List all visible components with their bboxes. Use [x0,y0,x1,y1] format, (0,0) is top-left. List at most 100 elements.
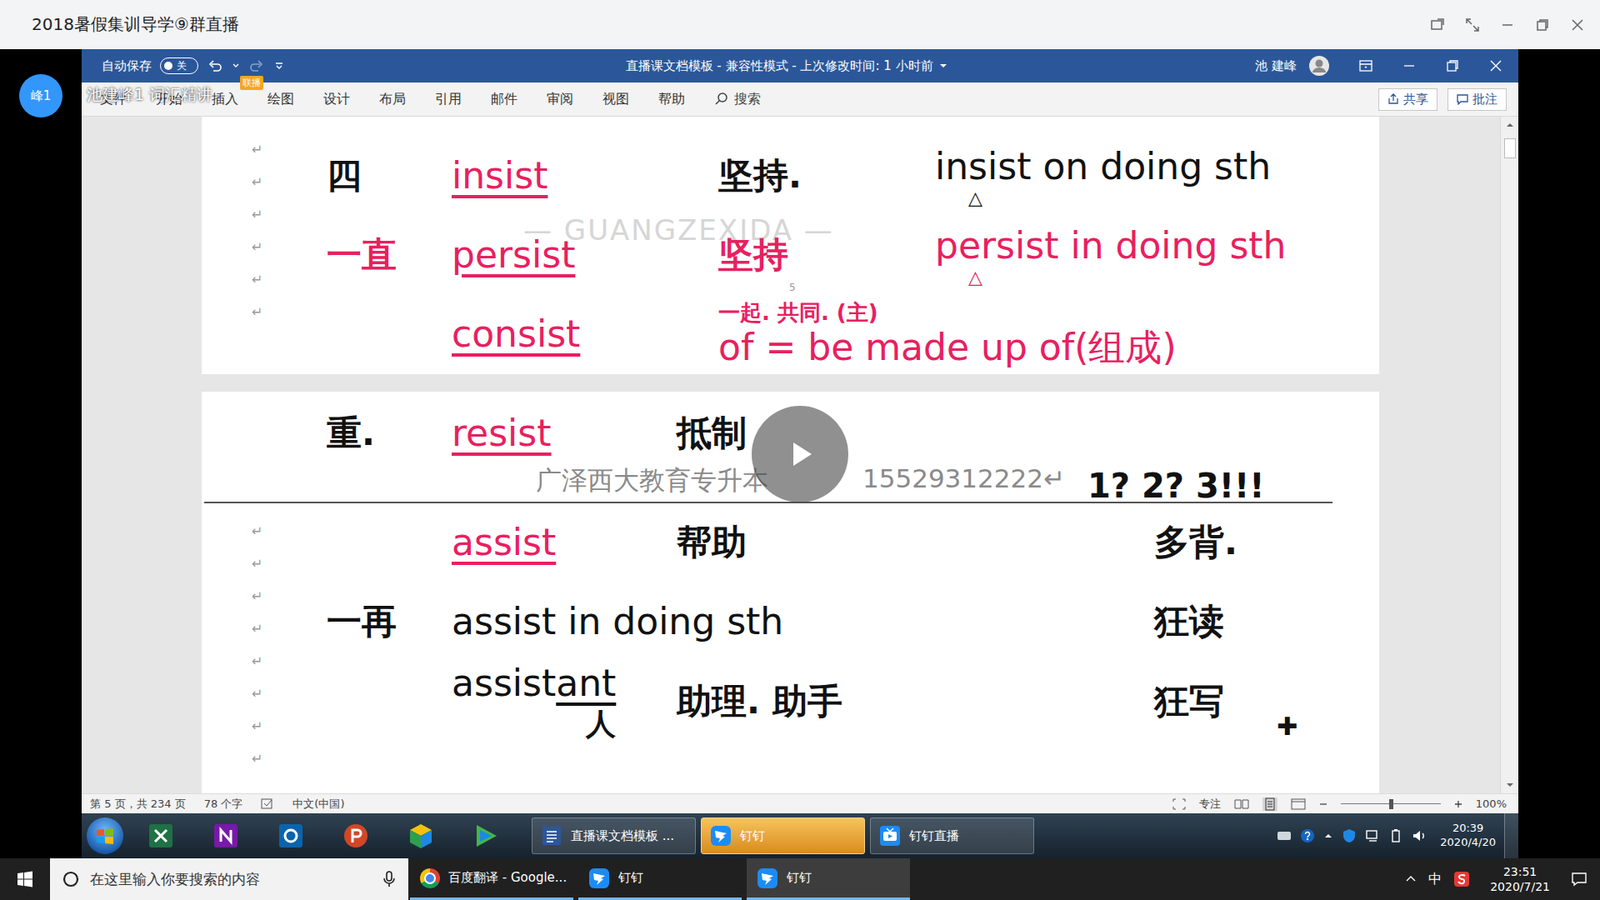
zoom-in-button[interactable] [1454,800,1463,809]
scroll-thumb[interactable] [1504,138,1516,159]
word-count[interactable]: 78 个字 [204,796,244,812]
customize-icon[interactable] [273,60,285,72]
presenter-avatar[interactable]: 峰1 [19,74,63,118]
exclaim-note: 1? 2? 3!!! [1087,466,1380,505]
screen: 2018暑假集训导学⑨群直播峰1自动保存关直播课文档模板 - 兼容性模式 - 上… [0,0,1600,900]
tray-expand-icon[interactable] [1405,873,1417,885]
ribbon-tab[interactable]: 邮件 [475,90,532,109]
network-icon[interactable] [1365,828,1380,844]
paragraph-mark: ↵ [201,580,327,613]
undo-dropdown-icon[interactable] [231,61,240,70]
play-button[interactable] [751,405,849,503]
focus-icon[interactable] [1172,798,1186,810]
page-number: 5 [789,281,796,294]
close-icon[interactable] [1570,17,1585,33]
outlook-icon[interactable] [258,821,324,850]
search-box[interactable]: 搜索 [714,90,761,109]
taskbar-window[interactable]: 直播课文档模板 ... [531,817,696,855]
paragraph-mark: ↵ [201,742,327,775]
tray-expand-icon[interactable] [1323,830,1334,841]
ribbon-tab[interactable]: 设计 [308,90,365,109]
window-label: 钉钉直播 [909,828,960,845]
suffix-text: ant [555,661,616,706]
proofing-icon[interactable] [260,798,275,810]
word-minimize-icon[interactable] [1401,58,1417,74]
help-icon[interactable] [1300,828,1315,844]
zoom-out-button[interactable] [1319,800,1328,809]
volume-icon[interactable] [1411,828,1427,844]
ribbon-tab[interactable]: 引用 [420,90,476,109]
print-layout-icon[interactable] [1262,797,1278,811]
scroll-down-icon[interactable] [1505,780,1515,790]
scroll-up-icon[interactable] [1505,120,1515,130]
clock[interactable]: 23:512020/7/21 [1490,864,1550,895]
fullscreen-icon[interactable] [1465,17,1480,33]
shield-icon[interactable] [1341,828,1357,844]
media-player-icon[interactable] [453,821,519,850]
live-icon [879,825,901,847]
excel-icon[interactable] [128,821,194,850]
document-title-text: 直播课文档模板 - 兼容性模式 - 上次修改时间: 1 小时前 [625,58,934,75]
title-caret-icon[interactable] [938,60,949,71]
taskbar-windows: 百度翻译 - Google... 钉钉 钉钉 [410,858,910,900]
undo-icon[interactable] [206,57,224,75]
autosave-toggle[interactable]: 关 [160,57,199,75]
note-row: 重.resist抵制 [326,400,1380,467]
language[interactable]: 中文(中国) [292,796,345,812]
read-mode-icon[interactable] [1234,798,1250,810]
box-app-icon[interactable] [388,821,454,850]
powerpoint-icon[interactable] [323,821,389,850]
page-count[interactable]: 第 5 页，共 234 页 [90,796,186,812]
zoom-thumb[interactable] [1389,799,1394,810]
redo-icon[interactable] [248,57,265,75]
zoom-slider[interactable] [1340,798,1441,810]
sogou-icon[interactable] [1453,870,1470,888]
user-name[interactable]: 池 建峰 [1255,58,1297,75]
user-avatar-icon[interactable] [1308,55,1330,77]
vertical-scrollbar[interactable] [1500,116,1519,794]
input-method[interactable]: 中 [1428,870,1442,889]
web-layout-icon[interactable] [1290,798,1306,810]
clock[interactable]: 20:392020/4/20 [1440,821,1496,850]
notification-icon[interactable] [1570,870,1589,889]
taskbar-window[interactable]: 钉钉 [700,817,865,855]
start-orb-icon[interactable] [86,817,124,855]
taskbar-window[interactable]: 钉钉直播 [870,817,1035,855]
focus-label[interactable]: 专注 [1199,796,1221,812]
note-meaning: 助理. 助手 [676,680,1088,723]
window-label: 钉钉 [618,870,644,886]
note-body: ↵↵↵↵↵↵↵↵assist帮助多背.一再assist in doing sth… [201,503,1380,775]
keyboard-icon[interactable] [1276,829,1292,843]
note-phrase: insist on doing sth [935,145,1380,190]
taskbar-window[interactable]: 钉钉 [578,858,742,900]
minimize-icon[interactable] [1500,17,1515,33]
zoom-level[interactable]: 100% [1475,797,1507,810]
share-button[interactable]: 共享 [1378,88,1438,111]
shared-taskbar: 直播课文档模板 ...钉钉 钉钉直播 20:392020/4/20 [81,813,1519,859]
stress-mark: △ [935,268,1380,287]
onenote-icon[interactable] [193,821,259,850]
restore-icon[interactable] [1535,17,1550,33]
search-label: 搜索 [734,90,761,109]
show-desktop-button[interactable] [1504,813,1519,859]
word-suffix: ant人 [555,661,616,742]
onenote-logo-icon [211,821,240,850]
word-close-icon[interactable] [1488,58,1504,74]
note-meaning: 坚持. [718,155,935,197]
start-button[interactable] [0,858,50,900]
microphone-icon[interactable] [381,870,397,889]
ribbon-tab[interactable]: 视图 [587,90,644,109]
taskbar-window[interactable]: 钉钉 [746,858,910,900]
ribbon-tab[interactable]: 绘图 [252,90,309,109]
battery-icon[interactable] [1388,828,1404,844]
comment-button[interactable]: 批注 [1447,88,1507,111]
popout-icon[interactable] [1430,17,1445,33]
status-right: 专注 100% [1172,796,1507,812]
word-restore-icon[interactable] [1445,58,1460,74]
taskbar-search[interactable]: 在这里输入你要搜索的内容 [50,858,409,900]
ribbon-tab[interactable]: 审阅 [531,90,588,109]
taskbar-window[interactable]: 百度翻译 - Google... [410,858,574,900]
ribbon-display-icon[interactable] [1358,58,1374,74]
ribbon-tab[interactable]: 布局 [364,90,420,109]
ribbon-tab[interactable]: 帮助 [643,90,700,109]
